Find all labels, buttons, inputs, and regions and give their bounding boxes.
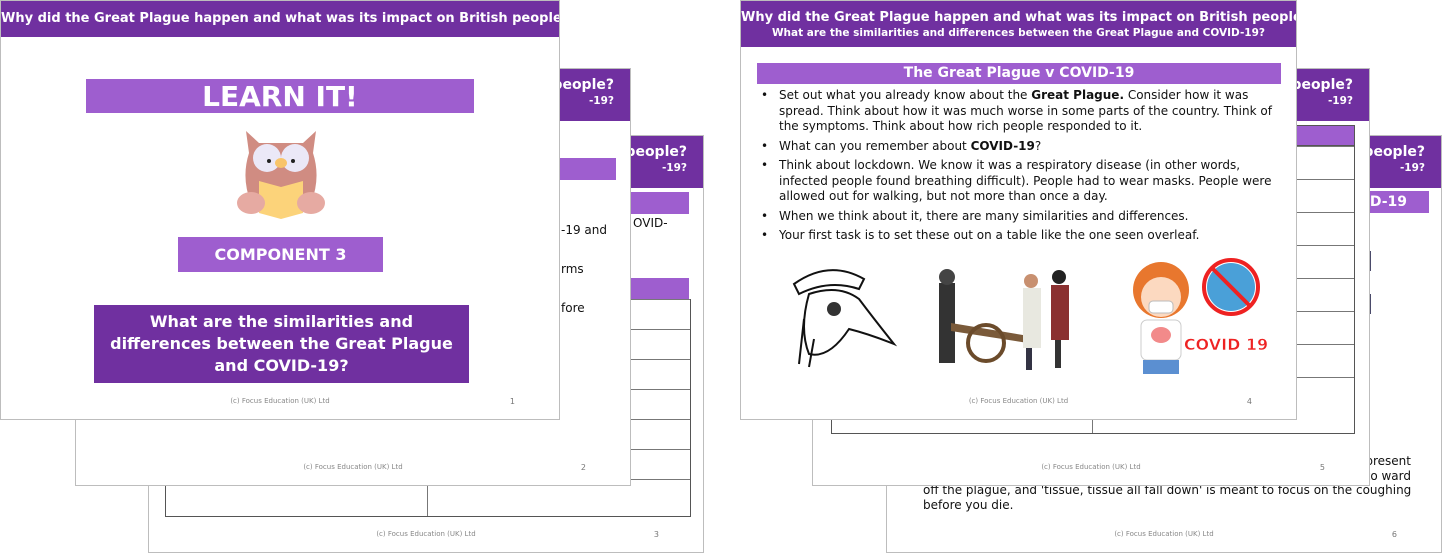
- slide-1[interactable]: Why did the Great Plague happen and what…: [0, 0, 560, 420]
- slide-number: 5: [1319, 463, 1325, 472]
- text-fragment: -19 and: [561, 223, 607, 237]
- footer-copyright: (c) Focus Education (UK) Ltd: [968, 397, 1069, 405]
- header-subtitle: What are the similarities and difference…: [771, 27, 1266, 39]
- slide-4[interactable]: Why did the Great Plague happen and what…: [740, 0, 1297, 420]
- owl-reading-icon: [237, 131, 325, 219]
- header-title: Why did the Great Plague happen and what…: [741, 10, 1297, 25]
- text-fragment: OVID-: [633, 216, 668, 230]
- covid-label: COVID 19: [1184, 335, 1268, 354]
- plague-cart-image: [939, 269, 1069, 370]
- footer-copyright: (c) Focus Education (UK) Ltd: [230, 397, 330, 405]
- bullet-list: Set out what you already know about the …: [757, 88, 1282, 248]
- footer-copyright: (c) Focus Education (UK) Ltd: [376, 530, 476, 538]
- slide-number: 4: [1246, 397, 1252, 406]
- section-bar: [629, 192, 689, 214]
- bullet-item: Set out what you already know about the …: [757, 88, 1282, 135]
- text-line: before you die.: [923, 498, 1014, 512]
- footer-copyright: (c) Focus Education (UK) Ltd: [1041, 463, 1141, 471]
- plague-doctor-image: [792, 269, 898, 368]
- text-line: present: [1365, 454, 1411, 468]
- slide-number: 3: [653, 530, 659, 539]
- covid-girl-image: COVID 19: [1133, 258, 1268, 374]
- header-title: Why did the Great Plague happen and what…: [1, 11, 560, 26]
- text-fragment: rms: [561, 262, 584, 276]
- bullet-item: Your first task is to set these out on a…: [757, 228, 1282, 244]
- footer-copyright: (c) Focus Education (UK) Ltd: [303, 463, 403, 471]
- slide-header: Why did the Great Plague happen and what…: [1, 1, 559, 37]
- slide-number: 1: [509, 397, 515, 406]
- bullet-item: Think about lockdown. We know it was a r…: [757, 158, 1282, 205]
- text-line: to ward: [1365, 469, 1411, 483]
- slide-header: Why did the Great Plague happen and what…: [741, 1, 1296, 47]
- slide-number: 2: [580, 463, 586, 472]
- text-fragment: fore: [561, 301, 585, 315]
- slide-number: 6: [1391, 530, 1397, 539]
- component-label: COMPONENT 3: [178, 237, 383, 272]
- section-title-bar: The Great Plague v COVID-19: [757, 63, 1281, 84]
- section-bar-fragment: D-19: [1369, 194, 1407, 210]
- bullet-item: What can you remember about COVID-19?: [757, 139, 1282, 155]
- lesson-question: What are the similarities and difference…: [94, 305, 469, 383]
- bullet-item: When we think about it, there are many s…: [757, 209, 1282, 225]
- learn-it-banner: LEARN IT!: [86, 79, 474, 113]
- footer-copyright: (c) Focus Education (UK) Ltd: [1114, 530, 1214, 538]
